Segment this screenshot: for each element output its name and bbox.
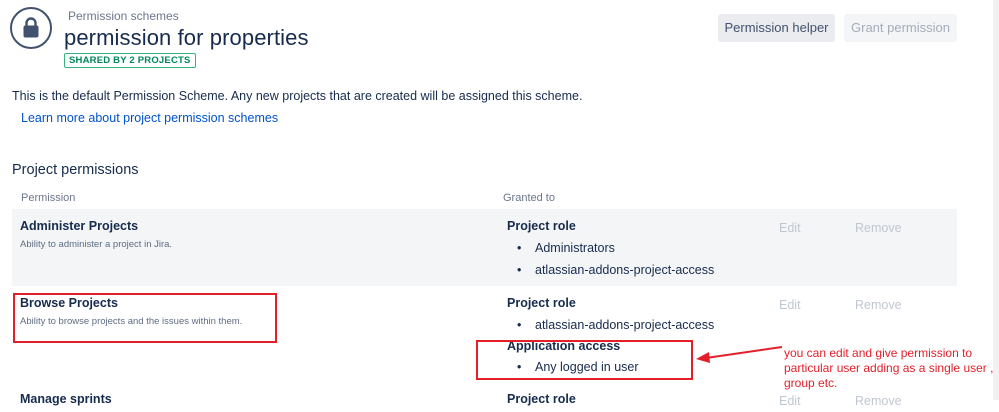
annotation-box-application-access bbox=[476, 340, 693, 380]
scheme-avatar bbox=[10, 7, 52, 49]
lock-icon bbox=[23, 17, 39, 38]
grant-item: atlassian-addons-project-access bbox=[517, 318, 714, 332]
project-permissions-heading: Project permissions bbox=[12, 162, 139, 178]
edit-link[interactable]: Edit bbox=[779, 298, 801, 312]
edit-link[interactable]: Edit bbox=[779, 394, 801, 408]
annotation-note: you can edit and give permission to part… bbox=[784, 346, 994, 390]
remove-link[interactable]: Remove bbox=[855, 221, 902, 235]
annotation-arrow-icon bbox=[696, 346, 783, 363]
grant-group-title: Project role bbox=[507, 296, 576, 310]
page-scrollbar[interactable] bbox=[993, 0, 999, 400]
scheme-description: This is the default Permission Scheme. A… bbox=[12, 89, 583, 103]
remove-link[interactable]: Remove bbox=[855, 298, 902, 312]
breadcrumb[interactable]: Permission schemes bbox=[68, 9, 179, 23]
permission-name: Administer Projects bbox=[20, 219, 139, 233]
permission-helper-button[interactable]: Permission helper bbox=[718, 14, 835, 42]
page-title: permission for properties bbox=[64, 25, 309, 50]
annotation-box-browse-projects bbox=[13, 293, 277, 343]
column-header-granted-to: Granted to bbox=[503, 192, 555, 204]
edit-link[interactable]: Edit bbox=[779, 221, 801, 235]
permission-row-administer-projects: Administer Projects Ability to administe… bbox=[12, 209, 957, 286]
permission-description: Ability to administer a project in Jira. bbox=[20, 239, 173, 250]
grant-permission-button[interactable]: Grant permission bbox=[844, 14, 957, 42]
grant-group-title: Project role bbox=[507, 219, 576, 233]
grant-group-title: Project role bbox=[507, 392, 576, 406]
column-header-permission: Permission bbox=[21, 192, 76, 204]
shared-projects-badge[interactable]: SHARED BY 2 PROJECTS bbox=[64, 53, 196, 68]
remove-link[interactable]: Remove bbox=[855, 394, 902, 408]
learn-more-link[interactable]: Learn more about project permission sche… bbox=[21, 111, 278, 125]
permission-name: Manage sprints bbox=[20, 392, 112, 406]
grant-item: atlassian-addons-project-access bbox=[517, 263, 714, 277]
grant-item: Administrators bbox=[517, 241, 615, 255]
